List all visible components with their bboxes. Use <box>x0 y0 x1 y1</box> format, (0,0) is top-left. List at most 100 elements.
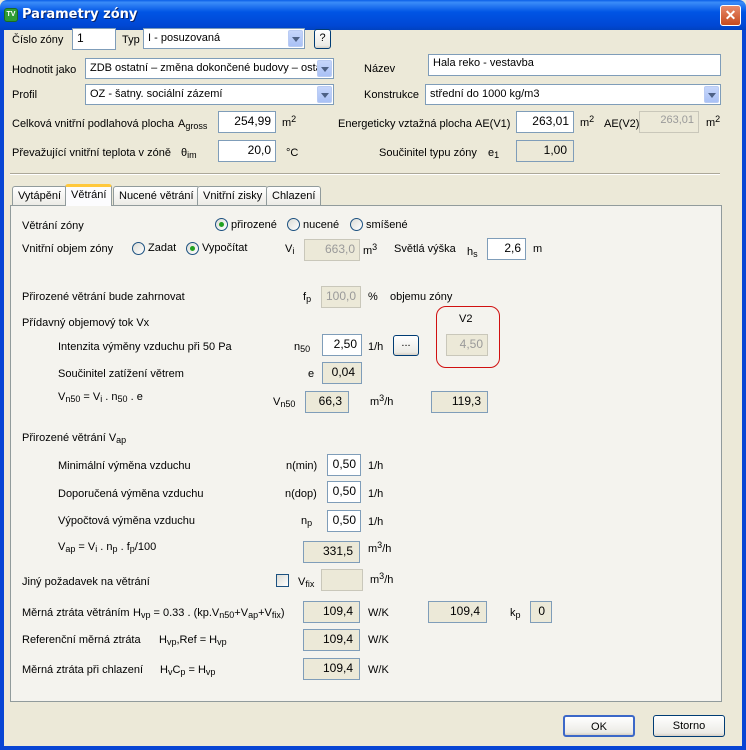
window-frame-bottom <box>0 746 746 750</box>
hodnotit-label: Hodnotit jako <box>12 64 77 76</box>
radio-nucene-label: nucené <box>303 219 340 231</box>
radio-vypocitat[interactable] <box>186 242 199 255</box>
vn50-unit: m3/h <box>370 393 394 408</box>
e-symbol: e <box>308 368 315 380</box>
n50-detail-button[interactable]: ... <box>393 335 419 356</box>
tab-vytapeni[interactable]: Vytápění <box>12 186 68 205</box>
close-button[interactable]: ✕ <box>720 5 741 26</box>
vi-input[interactable]: 663,0 <box>304 239 360 261</box>
chevron-down-icon[interactable] <box>288 30 303 47</box>
hs-unit: m <box>533 243 543 255</box>
dop-label: Doporučená výměna vzduchu <box>58 488 204 500</box>
radio-prirozene-label: přirozené <box>231 219 277 231</box>
profil-select[interactable]: OZ - šatny. sociální zázemí <box>85 84 334 105</box>
title-bar[interactable]: TV Parametry zóny ✕ <box>0 0 746 30</box>
ae2-label: AE(V2) <box>604 118 640 130</box>
tab-chlazeni[interactable]: Chlazení <box>266 186 322 205</box>
n50-input[interactable]: 2,50 <box>322 334 362 356</box>
np-input[interactable]: 0,50 <box>327 510 361 532</box>
teplota-symbol: θim <box>181 147 197 160</box>
tab-nucene-vetrani[interactable]: Nucené větrání <box>113 186 200 205</box>
chl-formula: HvCp = Hvp <box>160 664 216 677</box>
radio-vypocitat-label: Vypočítat <box>202 242 248 254</box>
window-title: Parametry zóny <box>22 7 138 22</box>
n50-unit: 1/h <box>368 341 384 353</box>
teplota-unit: °C <box>286 147 299 159</box>
ae1-label: AE(V1) <box>475 118 511 130</box>
vfix-input[interactable] <box>321 569 363 591</box>
plocha-input[interactable]: 254,99 <box>218 111 276 133</box>
chevron-down-icon[interactable] <box>317 86 332 103</box>
merna-v2-value: 109,4 <box>428 601 487 623</box>
dop-input[interactable]: 0,50 <box>327 481 361 503</box>
ok-button[interactable]: OK <box>563 715 635 737</box>
tab-vnitrni-zisky[interactable]: Vnitřní zisky <box>197 186 269 205</box>
window-frame-right <box>742 30 746 750</box>
profil-select-value: OZ - šatny. sociální zázemí <box>90 88 223 100</box>
fp-input[interactable]: 100,0 <box>321 286 361 308</box>
help-button[interactable]: ? <box>314 29 331 49</box>
typ-select[interactable]: I - posuzovaná <box>143 28 305 49</box>
intenzita-label: Intenzita výměny vzduchu při 50 Pa <box>58 341 232 353</box>
vfix-symbol: Vfix <box>298 576 315 589</box>
teplota-input[interactable]: 20,0 <box>218 140 276 162</box>
cislo-zony-label: Číslo zóny <box>12 34 64 46</box>
fp-unit: % <box>368 291 378 303</box>
plocha-symbol: Agross <box>178 118 208 131</box>
vetrani-zony-label: Větrání zóny <box>22 220 84 232</box>
e1-symbol: e1 <box>488 147 500 160</box>
energ-label: Energeticky vztažná plocha <box>338 118 472 130</box>
vap-title: Přirozené větrání Vap <box>22 432 127 445</box>
ref-unit: W/K <box>368 634 389 646</box>
radio-zadat-label: Zadat <box>148 242 177 254</box>
hs-input[interactable]: 2,6 <box>487 238 526 260</box>
radio-nucene[interactable] <box>287 218 300 231</box>
min-label: Minimální výměna vzduchu <box>58 460 191 472</box>
vn50-value: 66,3 <box>305 391 349 413</box>
radio-smisene[interactable] <box>350 218 363 231</box>
merna-value: 109,4 <box>303 601 360 623</box>
tab-panel-vetrani <box>10 205 722 702</box>
ae2-unit: m2 <box>706 114 721 129</box>
radio-zadat[interactable] <box>132 242 145 255</box>
fp-symbol: fp <box>303 291 312 304</box>
hodnotit-select[interactable]: ZDB ostatní – změna dokončené budovy – o… <box>85 58 334 79</box>
kp-value: 0 <box>530 601 552 623</box>
e1-value: 1,00 <box>516 140 574 162</box>
vfix-unit: m3/h <box>370 571 394 586</box>
vn50-formula: Vn50 = Vi . n50 . e <box>58 391 143 404</box>
ae1-input[interactable]: 263,01 <box>516 111 574 133</box>
profil-label: Profil <box>12 89 38 101</box>
ref-formula: Hvp,Ref = Hvp <box>159 634 227 647</box>
plocha-unit: m2 <box>282 114 297 129</box>
soucinitel-label: Součinitel zatížení větrem <box>58 368 184 380</box>
nazev-input[interactable]: Hala reko - vestavba <box>428 54 721 76</box>
vap-value: 331,5 <box>303 541 360 563</box>
vi-unit: m3 <box>363 242 378 257</box>
vfix-checkbox[interactable] <box>276 574 289 587</box>
app-icon: TV <box>4 8 18 22</box>
min-input[interactable]: 0,50 <box>327 454 361 476</box>
ae2-input[interactable]: 263,01 <box>639 111 699 133</box>
nazev-label: Název <box>364 63 396 75</box>
soucinitel-typu-label: Součinitel typu zóny <box>379 147 477 159</box>
svetla-vyska-label: Světlá výška <box>394 243 456 255</box>
e-value: 0,04 <box>322 362 362 384</box>
vn50-symbol: Vn50 <box>273 396 296 409</box>
konstrukce-select[interactable]: střední do 1000 kg/m3 <box>425 84 721 105</box>
tab-vetrani[interactable]: Větrání <box>65 184 113 206</box>
radio-smisene-label: smíšené <box>366 219 408 231</box>
v2-n50-input[interactable]: 4,50 <box>446 334 488 356</box>
konstrukce-select-value: střední do 1000 kg/m3 <box>430 88 540 100</box>
konstrukce-label: Konstrukce <box>364 89 420 101</box>
teplota-label: Převažující vnitřní teplota v zóně <box>12 147 171 159</box>
vyp-label: Výpočtová výměna vzduchu <box>58 515 195 527</box>
chevron-down-icon[interactable] <box>317 60 332 77</box>
vap-formula: Vap = Vi . np . fp/100 <box>58 541 157 554</box>
radio-prirozene[interactable] <box>215 218 228 231</box>
np-unit: 1/h <box>368 516 384 528</box>
storno-button[interactable]: Storno <box>653 715 725 737</box>
jiny-label: Jiný požadavek na větrání <box>22 576 150 588</box>
chevron-down-icon[interactable] <box>704 86 719 103</box>
cislo-zony-input[interactable]: 1 <box>72 28 116 50</box>
